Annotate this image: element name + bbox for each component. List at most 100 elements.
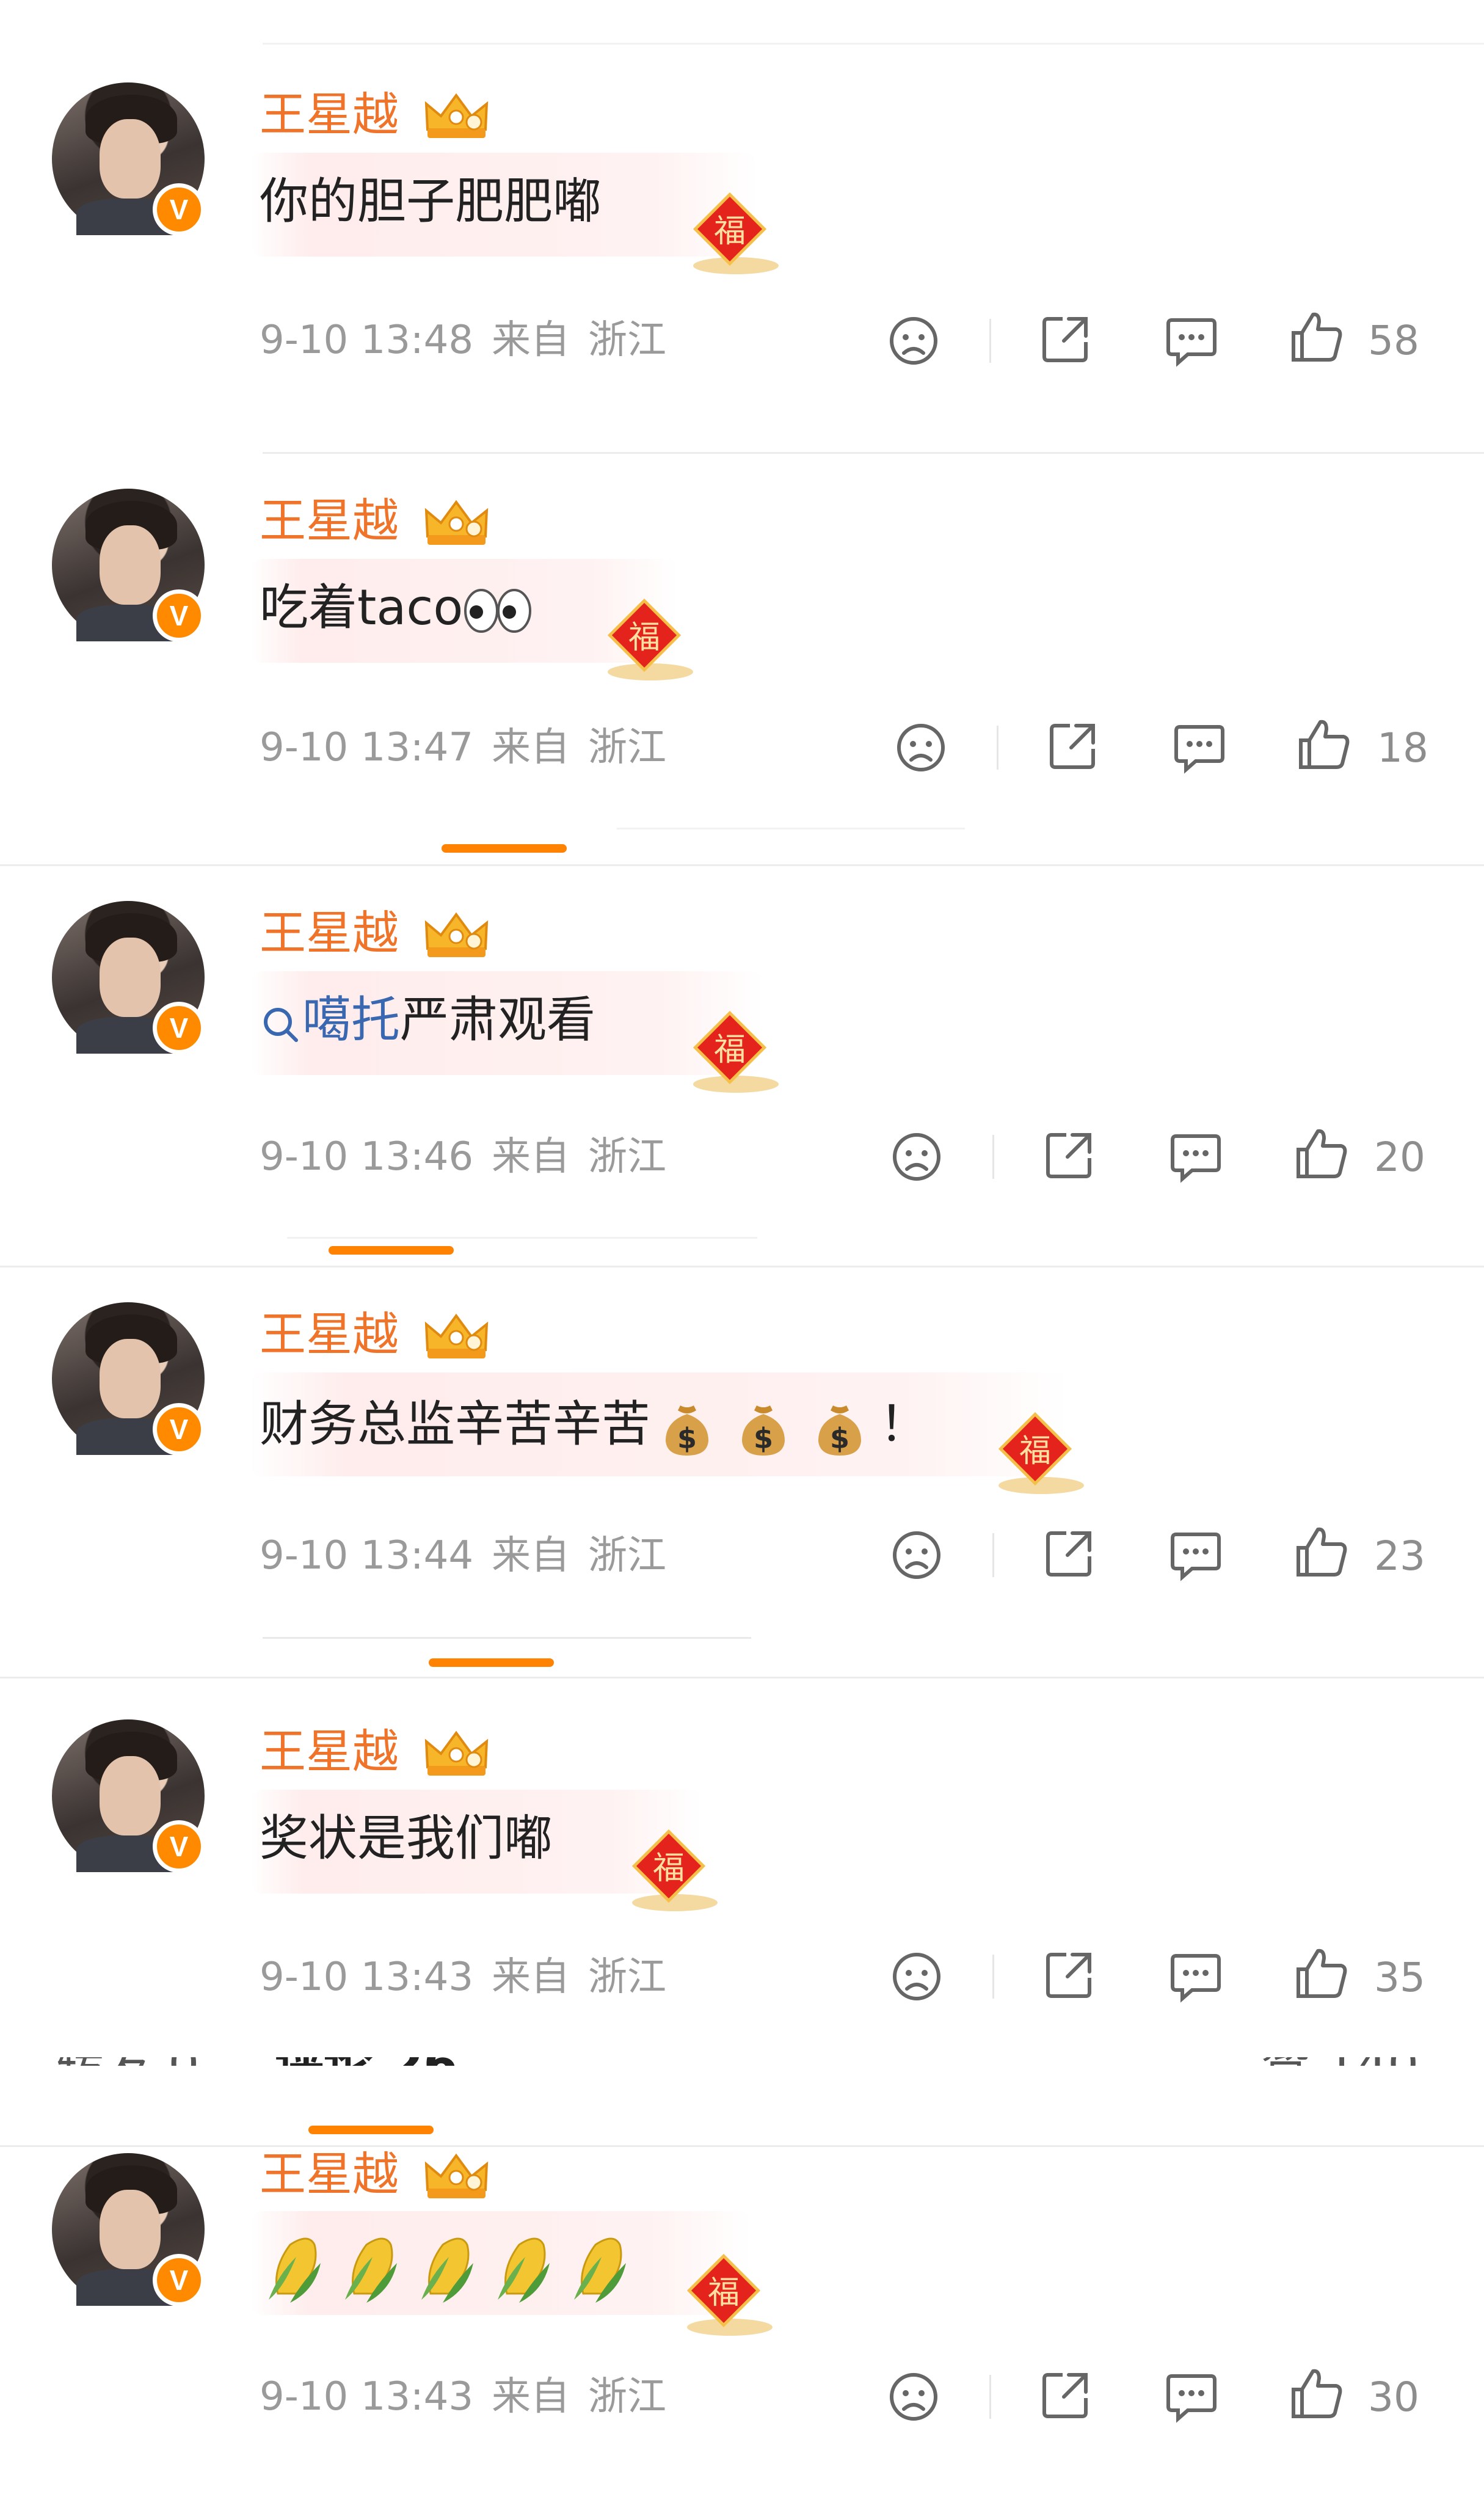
comment-text-main: 吃着taco xyxy=(260,579,464,636)
comment-icon[interactable] xyxy=(1168,1129,1224,1185)
share-icon[interactable] xyxy=(1046,717,1102,773)
comment-text: 财务总监辛苦辛苦 $ $ $ ！ xyxy=(260,1397,928,1458)
action-divider xyxy=(989,2375,991,2419)
sad-face-icon[interactable] xyxy=(889,1129,945,1185)
thumbs-up-icon[interactable] xyxy=(1289,308,1345,365)
share-icon[interactable] xyxy=(1042,1525,1098,1581)
avatar[interactable]: V xyxy=(52,901,205,1054)
share-icon[interactable] xyxy=(1038,2366,1094,2422)
svg-text:福: 福 xyxy=(714,213,746,250)
like-count: 23 xyxy=(1374,1533,1425,1580)
money-bag-emoji: $ xyxy=(666,1405,708,1456)
like-count: 58 xyxy=(1368,317,1419,364)
tab-indicator-ghost xyxy=(442,844,567,853)
username[interactable]: 王星越 xyxy=(260,910,399,957)
comment-icon[interactable] xyxy=(1168,1527,1224,1583)
comment-text: 你的胆子肥肥嘟 xyxy=(260,173,602,230)
crown-icon xyxy=(424,1313,489,1358)
username[interactable]: 王星越 xyxy=(260,1729,399,1775)
sad-face-icon[interactable] xyxy=(893,720,949,776)
comment-meta: 9-10 13:46 来自 浙江 xyxy=(260,1137,685,1176)
like-count: 20 xyxy=(1374,1134,1425,1181)
comment-separator xyxy=(0,1677,1484,1679)
comment-meta: 9-10 13:48 来自 浙江 xyxy=(260,321,685,360)
timestamp: 9-10 13:43 xyxy=(260,1955,474,2000)
action-divider xyxy=(992,1135,994,1179)
ghost-line xyxy=(263,1637,751,1639)
clip-mask xyxy=(0,2066,1484,2091)
comment-meta: 9-10 13:43 来自 浙江 xyxy=(260,2377,685,2416)
verified-badge: V xyxy=(153,1820,205,1873)
comment-icon[interactable] xyxy=(1171,720,1228,776)
avatar[interactable]: V xyxy=(52,2153,205,2306)
action-divider xyxy=(992,1533,994,1577)
timestamp: 9-10 13:43 xyxy=(260,2374,474,2419)
share-icon[interactable] xyxy=(1042,1126,1098,1183)
comment-text-main: 财务总监辛苦辛苦 xyxy=(260,1395,650,1453)
like-count: 35 xyxy=(1374,1954,1425,2001)
from-label: 来自 xyxy=(492,725,570,770)
verified-badge: V xyxy=(153,589,205,642)
sad-face-icon[interactable] xyxy=(886,313,942,369)
tab-indicator xyxy=(308,2126,434,2134)
avatar[interactable]: V xyxy=(52,1719,205,1873)
fu-icon: 福 xyxy=(693,1010,779,1093)
search-icon[interactable] xyxy=(260,999,302,1048)
thumbs-up-icon[interactable] xyxy=(1289,2365,1345,2421)
tab-indicator-ghost xyxy=(329,1246,454,1255)
comment-meta: 9-10 13:47 来自 浙江 xyxy=(260,728,685,767)
comment-separator xyxy=(0,1266,1484,1267)
sad-face-icon[interactable] xyxy=(889,1948,945,2005)
location: 浙江 xyxy=(588,1533,667,1578)
avatar[interactable]: V xyxy=(52,1302,205,1456)
svg-text:福: 福 xyxy=(628,619,660,656)
username[interactable]: 王星越 xyxy=(260,498,399,544)
comment-text xyxy=(260,2226,638,2314)
comment-meta: 9-10 13:43 来自 浙江 xyxy=(260,1958,685,1997)
share-icon[interactable] xyxy=(1038,310,1094,366)
svg-text:福: 福 xyxy=(1019,1433,1051,1470)
crown-icon xyxy=(424,500,489,545)
username[interactable]: 王星越 xyxy=(260,1311,399,1358)
from-label: 来自 xyxy=(492,2374,570,2419)
comment-icon[interactable] xyxy=(1168,1948,1224,2005)
fu-icon: 福 xyxy=(693,192,779,274)
action-divider xyxy=(997,726,998,770)
money-bag-emoji: $ xyxy=(818,1405,861,1456)
sad-face-icon[interactable] xyxy=(886,2369,942,2425)
thumbs-up-icon[interactable] xyxy=(1293,1125,1350,1181)
comment-separator xyxy=(0,2145,1484,2147)
from-label: 来自 xyxy=(492,1533,570,1578)
username[interactable]: 王星越 xyxy=(260,2151,399,2198)
comment-icon[interactable] xyxy=(1163,313,1220,369)
location: 浙江 xyxy=(588,2374,667,2419)
avatar[interactable]: V xyxy=(52,489,205,642)
location: 浙江 xyxy=(588,725,667,770)
sad-face-icon[interactable] xyxy=(889,1527,945,1583)
thumbs-up-icon[interactable] xyxy=(1293,1523,1350,1580)
from-label: 来自 xyxy=(492,1955,570,2000)
comment-text: 噶托严肃观看 xyxy=(260,996,595,1048)
avatar[interactable]: V xyxy=(52,82,205,236)
share-icon[interactable] xyxy=(1042,1946,1098,2002)
comment-text-suffix: ！ xyxy=(879,1395,928,1453)
svg-text:$: $ xyxy=(830,1422,849,1455)
crown-icon xyxy=(424,2153,489,2198)
money-bag-emoji: $ xyxy=(742,1405,785,1456)
verified-badge: V xyxy=(153,2254,205,2306)
verified-badge: V xyxy=(153,183,205,236)
comment-icon[interactable] xyxy=(1163,2369,1220,2425)
fu-icon: 福 xyxy=(998,1412,1084,1494)
ghost-line xyxy=(287,1237,757,1239)
thumbs-up-icon[interactable] xyxy=(1296,716,1352,772)
comment-separator xyxy=(0,864,1484,866)
fu-icon: 福 xyxy=(631,1829,718,1911)
crown-icon xyxy=(424,912,489,957)
thumbs-up-icon[interactable] xyxy=(1293,1945,1350,2001)
crown-icon xyxy=(424,1730,489,1776)
username[interactable]: 王星越 xyxy=(260,92,399,138)
timestamp: 9-10 13:48 xyxy=(260,318,474,363)
ghost-line xyxy=(617,828,965,829)
from-label: 来自 xyxy=(492,318,570,363)
topic-link[interactable]: 噶托 xyxy=(302,991,400,1048)
